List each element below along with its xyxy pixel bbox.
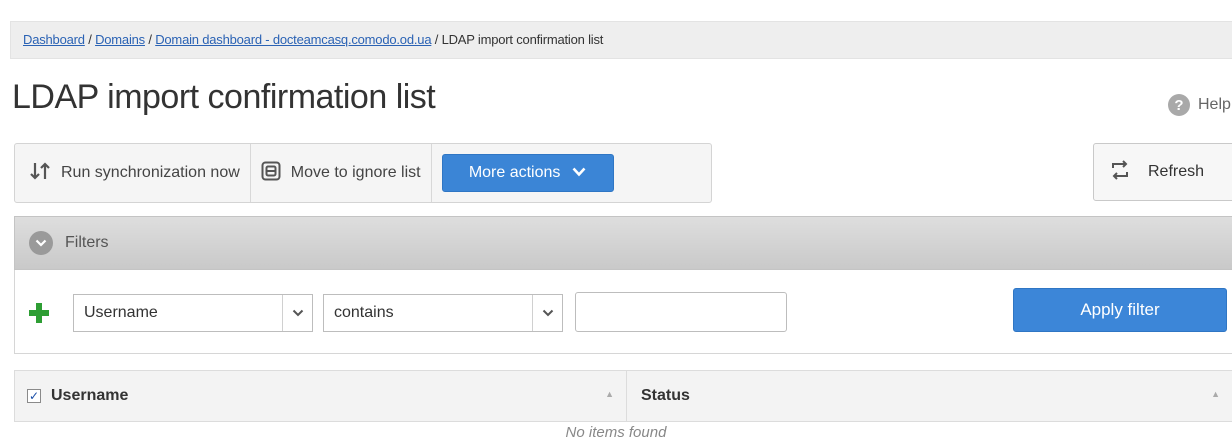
breadcrumb-link-domains[interactable]: Domains bbox=[95, 32, 145, 47]
toolbar-divider bbox=[249, 144, 251, 202]
more-actions-button[interactable]: More actions bbox=[441, 154, 614, 192]
column-username-label: Username bbox=[51, 387, 129, 404]
chevron-down-circle-icon[interactable] bbox=[29, 231, 53, 255]
sort-arrows-icon bbox=[29, 161, 51, 186]
filter-operator-value: contains bbox=[334, 304, 394, 321]
question-icon: ? bbox=[1168, 94, 1190, 116]
help-link[interactable]: ? Help bbox=[1168, 94, 1231, 116]
chevron-down-icon bbox=[282, 295, 312, 331]
run-synchronization-button[interactable]: Run synchronization now bbox=[29, 144, 240, 202]
breadcrumb: Dashboard / Domains / Domain dashboard -… bbox=[10, 21, 1232, 59]
filter-value-input[interactable] bbox=[575, 292, 787, 332]
chevron-down-icon bbox=[532, 295, 562, 331]
filter-operator-select[interactable]: contains bbox=[323, 294, 563, 332]
toolbar-divider bbox=[430, 144, 432, 202]
table-header: ✓ Username ▲ Status ▲ bbox=[14, 370, 1232, 422]
breadcrumb-separator: / bbox=[84, 32, 96, 47]
breadcrumb-link-domain-dashboard[interactable]: Domain dashboard - docteamcasq.comodo.od… bbox=[155, 32, 431, 47]
help-label: Help bbox=[1198, 96, 1231, 113]
chevron-down-icon bbox=[572, 164, 586, 182]
breadcrumb-current: LDAP import confirmation list bbox=[441, 32, 604, 47]
page-title: LDAP import confirmation list bbox=[12, 78, 436, 116]
more-actions-label: More actions bbox=[468, 164, 561, 181]
ignore-icon bbox=[261, 161, 281, 186]
filter-field-select[interactable]: Username bbox=[73, 294, 313, 332]
breadcrumb-separator: / bbox=[144, 32, 156, 47]
refresh-label: Refresh bbox=[1148, 163, 1205, 180]
filters-header[interactable]: Filters bbox=[14, 216, 1232, 270]
select-all-checkbox[interactable]: ✓ bbox=[27, 389, 41, 403]
refresh-button[interactable]: Refresh bbox=[1093, 143, 1232, 201]
sort-up-icon: ▲ bbox=[605, 389, 614, 399]
move-to-ignore-list-button[interactable]: Move to ignore list bbox=[261, 144, 421, 202]
filter-field-value: Username bbox=[84, 304, 158, 321]
action-toolbar: Run synchronization now Move to ignore l… bbox=[14, 143, 712, 203]
move-to-ignore-list-label: Move to ignore list bbox=[290, 164, 421, 181]
apply-filter-button[interactable]: Apply filter bbox=[1013, 288, 1227, 332]
column-status-label: Status bbox=[641, 387, 690, 404]
filter-panel: Username contains Apply filter bbox=[14, 270, 1232, 354]
refresh-icon bbox=[1108, 159, 1132, 186]
add-filter-icon[interactable] bbox=[29, 303, 49, 328]
empty-table-message: No items found bbox=[565, 424, 667, 441]
filters-title: Filters bbox=[65, 234, 109, 251]
column-header-username[interactable]: ✓ Username ▲ bbox=[15, 371, 627, 421]
run-synchronization-label: Run synchronization now bbox=[61, 164, 240, 181]
column-header-status[interactable]: Status ▲ bbox=[627, 371, 1232, 421]
sort-up-icon: ▲ bbox=[1211, 389, 1220, 399]
breadcrumb-separator: / bbox=[431, 32, 442, 47]
breadcrumb-link-dashboard[interactable]: Dashboard bbox=[23, 32, 85, 47]
